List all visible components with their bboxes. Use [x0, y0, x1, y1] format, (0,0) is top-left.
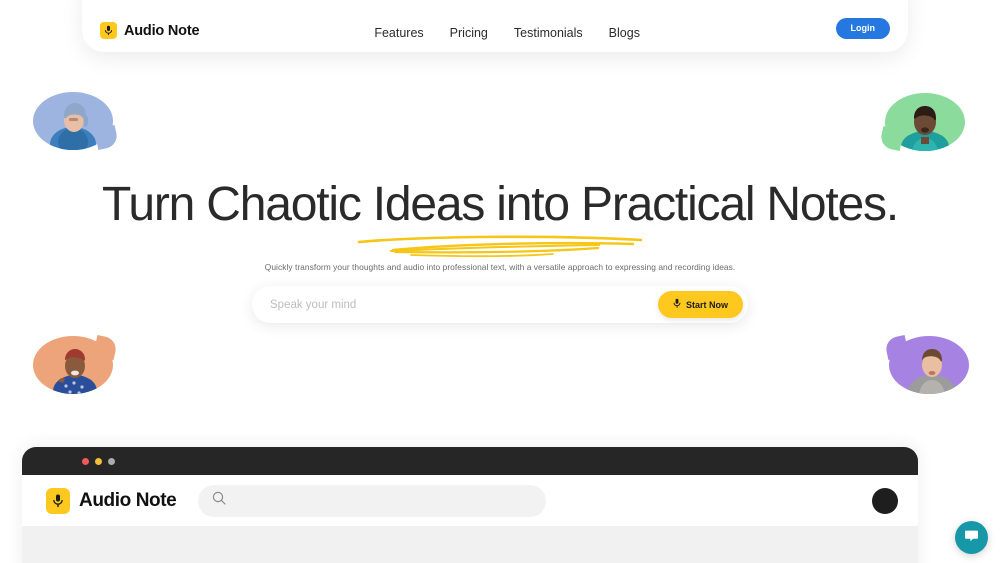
- search-icon: [212, 491, 226, 510]
- main-nav: Features Pricing Testimonials Blogs: [374, 26, 640, 40]
- hero-section: Turn Chaotic Ideas into Practical Notes.…: [0, 178, 1000, 273]
- chat-widget-button[interactable]: [955, 521, 988, 554]
- brand-logo[interactable]: Audio Note: [100, 22, 200, 39]
- nav-link-blogs[interactable]: Blogs: [609, 26, 640, 40]
- avatar-photo: [889, 336, 969, 394]
- nav-link-pricing[interactable]: Pricing: [450, 26, 488, 40]
- app-search-field[interactable]: [198, 484, 547, 517]
- avatar-bubble-top-right: [879, 93, 965, 151]
- search-input[interactable]: [270, 298, 658, 311]
- nav-link-testimonials[interactable]: Testimonials: [514, 26, 583, 40]
- avatar[interactable]: [872, 487, 898, 514]
- brand-name: Audio Note: [124, 22, 200, 39]
- site-header: Audio Note Features Pricing Testimonials…: [82, 0, 908, 52]
- microphone-icon: [100, 22, 117, 39]
- app-brand-name: Audio Note: [79, 489, 177, 511]
- app-search-input[interactable]: [234, 494, 533, 507]
- avatar-bubble-bottom-right: [884, 335, 969, 394]
- close-dot[interactable]: [82, 457, 89, 465]
- app-brand-logo[interactable]: Audio Note: [46, 487, 177, 514]
- hero-search-bar: Start Now: [252, 286, 748, 323]
- avatar-bubble-top-left: [33, 92, 119, 150]
- app-content-area: [22, 526, 918, 563]
- maximize-dot[interactable]: [108, 457, 115, 465]
- app-preview-window: Audio Note: [22, 447, 918, 563]
- chat-bubble-icon: [963, 527, 980, 549]
- hero-subtitle: Quickly transform your thoughts and audi…: [264, 261, 736, 272]
- microphone-icon: [46, 487, 70, 514]
- login-button[interactable]: Login: [835, 18, 890, 39]
- avatar-photo: [885, 93, 965, 151]
- page-title: Turn Chaotic Ideas into Practical Notes.: [102, 178, 899, 231]
- app-toolbar: Audio Note: [22, 475, 918, 526]
- avatar-photo: [33, 336, 113, 394]
- microphone-icon: [673, 297, 681, 312]
- nav-link-features[interactable]: Features: [374, 26, 423, 40]
- window-titlebar: [22, 447, 918, 475]
- minimize-dot[interactable]: [95, 457, 102, 465]
- start-now-button[interactable]: Start Now: [657, 291, 743, 318]
- title-underline-decoration: [0, 233, 1000, 259]
- avatar-bubble-bottom-left: [33, 335, 118, 394]
- start-now-label: Start Now: [685, 299, 728, 310]
- avatar-photo: [33, 92, 113, 150]
